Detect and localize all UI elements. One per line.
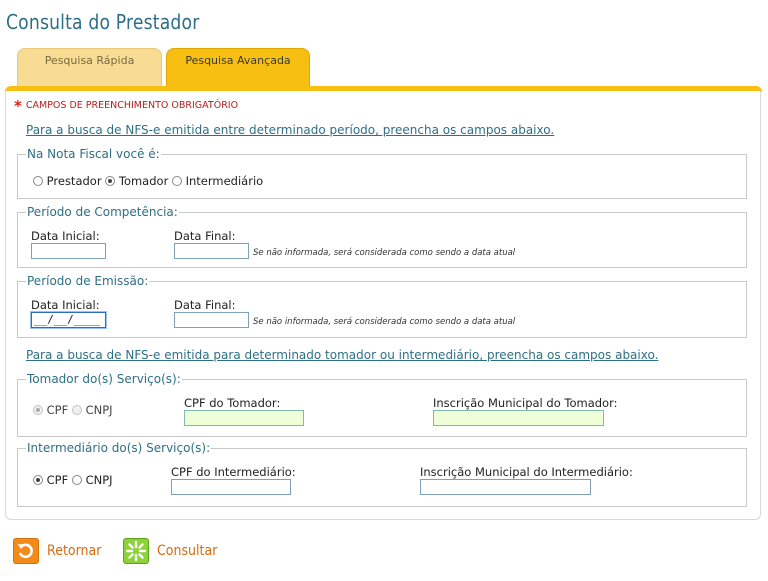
intermediario-legend: Intermediário do(s) Serviço(s): [27, 441, 211, 455]
emissao-end-label: Data Final: [174, 298, 236, 312]
tomador-cpf-label: CPF do Tomador: [184, 396, 281, 410]
tab-pesquisa-avancada[interactable]: Pesquisa Avançada [166, 48, 310, 86]
label-intermediario-cpf: CPF [46, 473, 69, 487]
radio-intermediario[interactable] [171, 176, 182, 186]
required-note-text: CAMPOS DE PREENCHIMENTO OBRIGATÓRIO [25, 100, 239, 111]
emissao-start-label: Data Inicial: [31, 298, 100, 312]
return-arrow-icon [13, 538, 39, 564]
label-tomador-cpf: CPF [46, 403, 69, 417]
competencia-fieldset: Período de Competência: [17, 205, 747, 268]
page-title: Consulta do Prestador [6, 10, 200, 34]
tomador-fieldset: Tomador do(s) Serviço(s): [17, 372, 747, 437]
intermediario-fieldset: Intermediário do(s) Serviço(s): [17, 441, 747, 507]
radio-tomador[interactable] [105, 176, 116, 186]
period-search-link[interactable]: Para a busca de NFS-e emitida entre dete… [26, 123, 554, 137]
emissao-start-input[interactable]: __/__/____ [30, 311, 107, 329]
search-button[interactable]: Consultar [123, 538, 224, 564]
tomador-cpf-input[interactable] [184, 410, 304, 426]
radio-tomador-cnpj[interactable] [71, 405, 82, 415]
radio-intermediario-cnpj[interactable] [71, 475, 82, 485]
role-legend: Na Nota Fiscal você é: [27, 147, 160, 161]
role-options: Prestador Tomador Intermediário [33, 174, 263, 188]
role-fieldset: Na Nota Fiscal você é: [17, 147, 747, 199]
tomador-im-label: Inscrição Municipal do Tomador: [433, 396, 618, 410]
tomador-im-input[interactable] [433, 410, 604, 426]
intermediario-cpf-input[interactable] [171, 479, 291, 495]
radio-intermediario-cpf[interactable] [33, 475, 43, 485]
label-tomador: Tomador [118, 174, 169, 188]
competencia-end-input[interactable] [174, 243, 249, 259]
intermediario-im-label: Inscrição Municipal do Intermediário: [420, 465, 633, 479]
tomador-doc-options: CPF CNPJ [33, 403, 113, 417]
emissao-note: Se não informada, será considerada como … [253, 317, 516, 327]
intermediario-cpf-label: CPF do Intermediário: [171, 465, 296, 479]
required-asterisk-icon: * [14, 96, 22, 115]
emissao-legend: Período de Emissão: [27, 274, 149, 288]
emissao-end-input[interactable] [174, 312, 249, 328]
back-button[interactable]: Retornar [13, 538, 107, 564]
back-button-label: Retornar [47, 543, 102, 559]
radio-tomador-cpf[interactable] [33, 405, 43, 415]
competencia-note: Se não informada, será considerada como … [253, 248, 516, 258]
label-intermediario: Intermediário [185, 174, 264, 188]
competencia-legend: Período de Competência: [27, 205, 178, 219]
competencia-end-label: Data Final: [174, 229, 236, 243]
party-search-link[interactable]: Para a busca de NFS-e emitida para deter… [26, 348, 658, 362]
radio-prestador[interactable] [33, 176, 43, 186]
label-tomador-cnpj: CNPJ [85, 403, 113, 417]
intermediario-doc-options: CPF CNPJ [33, 473, 113, 487]
search-button-label: Consultar [157, 543, 218, 559]
search-sparkle-icon [123, 538, 149, 564]
required-fields-note: * CAMPOS DE PREENCHIMENTO OBRIGATÓRIO [14, 96, 239, 115]
label-prestador: Prestador [46, 174, 102, 188]
competencia-start-label: Data Inicial: [31, 229, 100, 243]
intermediario-im-input[interactable] [420, 479, 591, 495]
tab-pesquisa-rapida[interactable]: Pesquisa Rápida [17, 48, 162, 86]
label-intermediario-cnpj: CNPJ [85, 473, 113, 487]
competencia-start-input[interactable] [31, 243, 106, 259]
tomador-legend: Tomador do(s) Serviço(s): [27, 372, 181, 386]
emissao-fieldset: Período de Emissão: [17, 274, 747, 338]
